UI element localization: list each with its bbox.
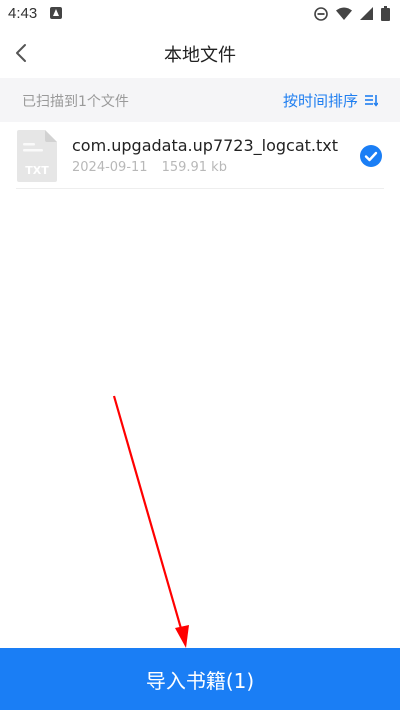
scan-summary-bar: 已扫描到1个文件 按时间排序 — [0, 78, 400, 122]
nav-bar: 本地文件 — [0, 28, 400, 78]
file-name: com.upgadata.up7723_logcat.txt — [72, 136, 339, 155]
file-type-label: TXT — [25, 164, 49, 177]
file-date: 2024-09-11 — [72, 160, 148, 175]
selected-check-icon[interactable] — [360, 145, 382, 167]
app-notification-icon — [50, 7, 62, 19]
wifi-icon — [336, 7, 352, 20]
signal-icon — [360, 7, 373, 20]
file-list-item[interactable]: TXT com.upgadata.up7723_logcat.txt 2024-… — [0, 122, 400, 188]
list-divider — [16, 188, 384, 189]
status-time: 4:43 — [8, 5, 38, 22]
status-bar: 4:43 — [0, 0, 400, 28]
file-meta: 2024-09-11 159.91 kb — [72, 160, 227, 175]
scan-count-text: 已扫描到1个文件 — [22, 94, 129, 110]
page-title: 本地文件 — [164, 45, 236, 66]
import-books-button[interactable]: 导入书籍(1) — [0, 648, 400, 710]
txt-file-icon: TXT — [17, 130, 57, 182]
battery-icon — [381, 6, 390, 21]
file-size: 159.91 kb — [161, 160, 227, 175]
status-icons — [314, 6, 390, 21]
sort-list-icon — [365, 95, 378, 107]
sort-label: 按时间排序 — [282, 92, 358, 110]
sort-by-time-button[interactable]: 按时间排序 — [283, 90, 378, 111]
do-not-disturb-icon — [314, 6, 328, 21]
